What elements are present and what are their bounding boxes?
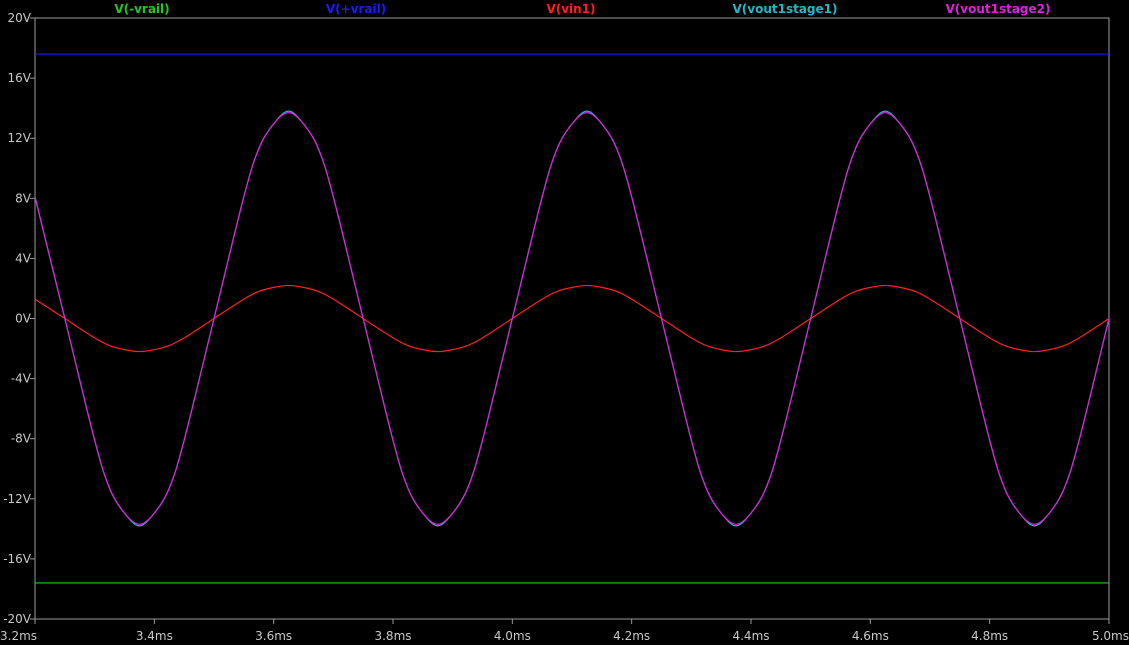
x-tick-label: 4.4ms <box>732 629 769 643</box>
y-tick-label: -16V <box>3 552 32 566</box>
x-tick-label: 4.8ms <box>971 629 1008 643</box>
waveform-viewer: 20V 16V 12V 8V 4V 0V -4V -8V -12V -16V -20V 3.2ms 3… <box>0 0 1129 645</box>
series-line-vvout1stage2[interactable] <box>34 112 1110 525</box>
legend: V(-vrail) V(+vrail) V(vin1) V(vout1stage1) V… <box>114 2 1050 16</box>
y-tick-label: 4V <box>15 251 32 265</box>
x-tick-label: 4.6ms <box>852 629 889 643</box>
legend-label[interactable]: V(-vrail) <box>114 2 169 16</box>
y-tick-label: 12V <box>8 131 32 145</box>
x-tick-label: 3.8ms <box>374 629 411 643</box>
series-line-vvin1[interactable] <box>34 284 1110 353</box>
plot-area-frame <box>34 17 1110 620</box>
legend-label[interactable]: V(vout1stage2) <box>945 2 1050 16</box>
y-tick-label: -8V <box>11 432 32 446</box>
x-axis: 3.2ms 3.4ms 3.6ms 3.8ms 4.0ms 4.2ms 4.4ms 4.6ms… <box>0 619 1129 643</box>
y-tick-label: 20V <box>8 11 32 25</box>
x-tick-label: 3.6ms <box>255 629 292 643</box>
x-tick-label: 4.2ms <box>613 629 650 643</box>
x-tick-label: 3.4ms <box>136 629 173 643</box>
x-tick-label: 3.2ms <box>0 629 37 643</box>
x-tick-label: 4.0ms <box>494 629 531 643</box>
y-tick-label: 8V <box>15 191 32 205</box>
series-line-vvout1stage1[interactable] <box>34 110 1110 527</box>
legend-label[interactable]: V(+vrail) <box>326 2 386 16</box>
y-axis: 20V 16V 12V 8V 4V 0V -4V -8V -12V -16V -20V <box>3 11 35 626</box>
y-tick-label: -4V <box>11 372 32 386</box>
series-layer <box>34 53 1110 584</box>
x-tick-label: 5.0ms <box>1092 629 1129 643</box>
y-tick-label: 16V <box>8 71 32 85</box>
y-tick-label: 0V <box>15 312 32 326</box>
legend-label[interactable]: V(vout1stage1) <box>732 2 837 16</box>
waveform-plot[interactable]: 20V16V12V8V4V0V-4V-8V-12V-16V-20V 3.2ms 3… <box>0 0 1129 645</box>
y-tick-label: -20V <box>3 612 32 626</box>
y-tick-label: -12V <box>3 492 32 506</box>
legend-label[interactable]: V(vin1) <box>546 2 595 16</box>
